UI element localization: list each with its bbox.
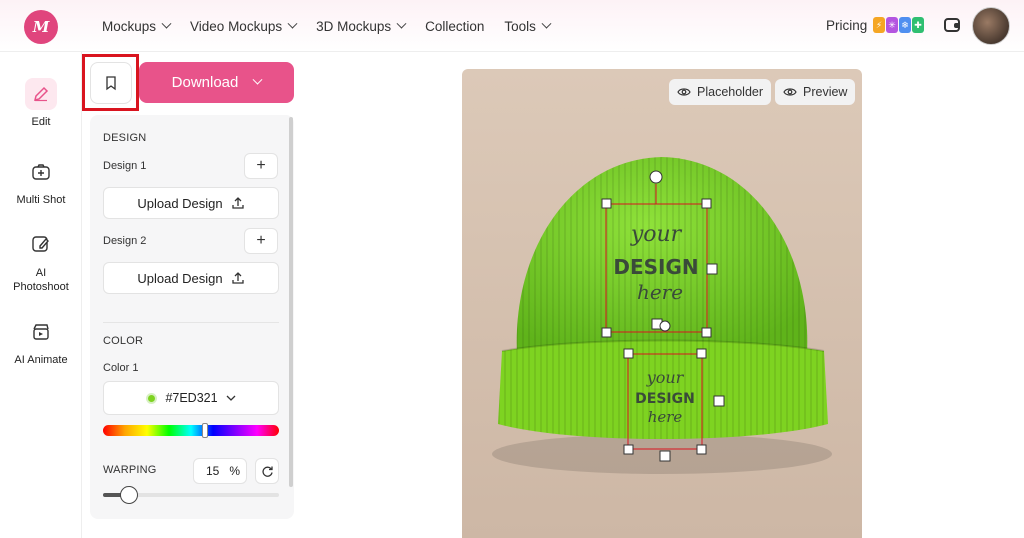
rail-item-label: AI Animate	[14, 354, 68, 366]
rail-item-ai-animate[interactable]: AI Animate	[0, 316, 82, 366]
nav-mockups[interactable]: Mockups	[102, 18, 172, 34]
warping-slider-handle[interactable]	[120, 486, 139, 504]
rail-item-label: AI Photoshoot	[13, 267, 69, 293]
rail-item-edit[interactable]: Edit	[0, 78, 82, 128]
avatar[interactable]	[972, 7, 1010, 45]
upload-label: Upload Design	[137, 270, 223, 286]
snowflake-icon: ✳	[886, 17, 898, 33]
download-label: Download	[171, 74, 239, 91]
nav-video-mockups-label: Video Mockups	[190, 18, 283, 34]
design-text-line3-lower: here	[648, 408, 683, 426]
top-navigation-bar: M Mockups Video Mockups 3D Mockups Colle…	[0, 0, 1024, 52]
design-text-line2: DESIGN	[613, 255, 698, 279]
nav-mockups-label: Mockups	[102, 18, 157, 34]
nav-collection[interactable]: Collection	[425, 19, 484, 34]
design2-label: Design 2	[103, 235, 147, 247]
nav-video-mockups[interactable]: Video Mockups	[190, 18, 298, 34]
warping-label: WARPING	[103, 464, 157, 476]
mockup-preview[interactable]: your DESIGN here your DESIGN here Placeh…	[462, 69, 862, 538]
design-text-line2-lower: DESIGN	[635, 391, 695, 407]
hue-slider[interactable]	[103, 423, 279, 438]
nav-3d-mockups[interactable]: 3D Mockups	[316, 18, 407, 34]
placeholder-toggle[interactable]: Placeholder	[669, 79, 772, 105]
chevron-down-icon	[252, 74, 263, 85]
color-section-title: COLOR	[103, 335, 144, 347]
nav-collection-label: Collection	[425, 18, 485, 34]
upload-design2-button[interactable]: Upload Design	[103, 262, 279, 294]
preview-label: Preview	[803, 85, 848, 99]
warping-slider[interactable]	[103, 486, 279, 504]
design-panel: DESIGN Design 1 + Upload Design Design 2…	[90, 115, 294, 519]
gamepad-icon: ✚	[912, 17, 924, 33]
placeholder-label: Placeholder	[697, 85, 764, 99]
design-text-line1: your	[630, 222, 683, 247]
wallet-icon[interactable]	[944, 18, 960, 32]
logo-mark: M	[32, 18, 50, 36]
upload-label: Upload Design	[137, 195, 223, 211]
clapperboard-icon	[25, 316, 57, 348]
color1-select[interactable]: #7ED321	[103, 381, 279, 415]
refresh-icon	[261, 466, 273, 477]
eye-icon	[677, 88, 691, 96]
plus-icon: +	[256, 232, 266, 249]
nav-tools[interactable]: Tools	[504, 18, 552, 34]
upload-icon	[231, 197, 244, 209]
download-button[interactable]: Download	[139, 62, 294, 103]
design-text-line1-lower: your	[646, 368, 685, 387]
upload-icon	[231, 272, 244, 284]
camera-plus-icon	[25, 156, 57, 188]
eye-icon	[783, 88, 797, 96]
main-nav: Mockups Video Mockups 3D Mockups Collect…	[102, 0, 570, 52]
divider	[103, 322, 279, 323]
snowflake-icon: ❄	[899, 17, 911, 33]
warping-value: 15	[205, 464, 220, 478]
lightning-icon: ⚡	[873, 17, 885, 33]
plus-icon: +	[256, 157, 266, 174]
logo[interactable]: M	[24, 10, 58, 44]
tool-rail: Edit Multi Shot AI Photoshoot AI Animate	[0, 52, 82, 538]
chevron-down-icon	[541, 18, 552, 29]
rail-item-ai-photoshoot[interactable]: AI Photoshoot	[0, 228, 82, 294]
hue-slider-handle[interactable]	[202, 423, 209, 438]
chevron-down-icon	[396, 18, 407, 29]
upload-design1-button[interactable]: Upload Design	[103, 187, 279, 219]
color-swatch	[146, 392, 158, 404]
panel-scrollbar[interactable]	[289, 117, 293, 487]
pricing-link[interactable]: Pricing	[826, 18, 867, 33]
chevron-down-icon	[226, 395, 236, 401]
chevron-down-icon	[161, 18, 172, 29]
pricing-badges[interactable]: ⚡ ✳ ❄ ✚	[873, 17, 924, 33]
nav-3d-mockups-label: 3D Mockups	[316, 18, 392, 34]
warping-unit: %	[229, 464, 240, 478]
color1-label: Color 1	[103, 362, 139, 374]
edit-image-icon	[25, 228, 57, 260]
color-value: #7ED321	[165, 391, 218, 405]
add-design2-button[interactable]: +	[244, 228, 278, 254]
design-text-line3: here	[637, 280, 683, 304]
pencil-icon	[25, 78, 57, 110]
warping-reset-button[interactable]	[255, 458, 279, 484]
preview-toggle[interactable]: Preview	[775, 79, 856, 105]
chevron-down-icon	[287, 18, 298, 29]
rail-item-label: Edit	[31, 116, 51, 128]
warping-input[interactable]: 15 %	[193, 458, 247, 484]
beanie-mockup-image: your DESIGN here your DESIGN here	[492, 157, 832, 474]
rail-item-label: Multi Shot	[16, 194, 66, 206]
rail-item-multi-shot[interactable]: Multi Shot	[0, 156, 82, 206]
design1-label: Design 1	[103, 160, 147, 172]
highlight-box	[82, 54, 139, 111]
design-section-title: DESIGN	[103, 132, 147, 144]
nav-tools-label: Tools	[504, 18, 536, 34]
add-design1-button[interactable]: +	[244, 153, 278, 179]
